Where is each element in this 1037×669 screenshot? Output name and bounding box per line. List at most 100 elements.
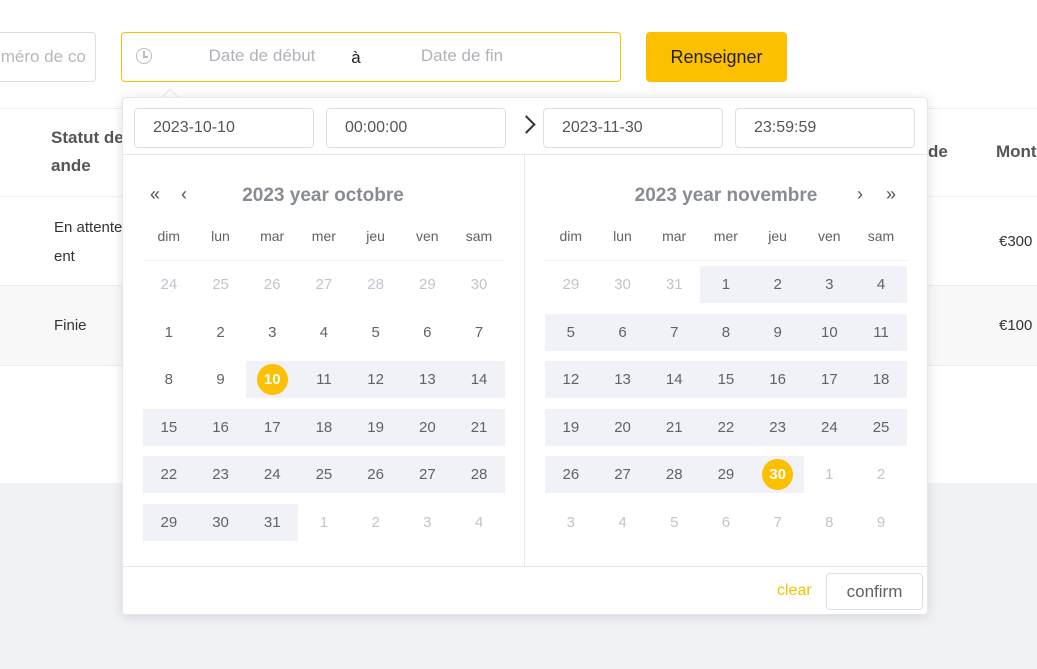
day-cell[interactable]: 7: [648, 313, 700, 352]
selected-day-cell[interactable]: 30: [752, 455, 804, 494]
day-cell[interactable]: 8: [143, 360, 195, 399]
day-cell[interactable]: 15: [700, 360, 752, 399]
day-cell[interactable]: 17: [804, 360, 856, 399]
day-cell[interactable]: 24: [804, 408, 856, 447]
day-cell[interactable]: 23: [752, 408, 804, 447]
day-cell[interactable]: 19: [545, 408, 597, 447]
day-cell[interactable]: 29: [545, 265, 597, 304]
day-cell[interactable]: 5: [350, 313, 402, 352]
day-cell[interactable]: 15: [143, 408, 195, 447]
day-cell[interactable]: 9: [195, 360, 247, 399]
day-cell[interactable]: 10: [804, 313, 856, 352]
day-cell[interactable]: 5: [648, 503, 700, 542]
day-cell[interactable]: 22: [700, 408, 752, 447]
day-cell[interactable]: 14: [453, 360, 505, 399]
start-date-input[interactable]: 2023-10-10: [134, 108, 314, 148]
day-cell[interactable]: 29: [143, 503, 195, 542]
day-cell[interactable]: 19: [350, 408, 402, 447]
day-cell[interactable]: 3: [545, 503, 597, 542]
day-cell[interactable]: 4: [597, 503, 649, 542]
selected-day-cell[interactable]: 10: [246, 360, 298, 399]
day-cell[interactable]: 7: [752, 503, 804, 542]
day-cell[interactable]: 20: [402, 408, 454, 447]
prev-month-icon[interactable]: ‹: [181, 184, 187, 204]
day-cell[interactable]: 31: [648, 265, 700, 304]
fill-button[interactable]: Renseigner: [646, 32, 787, 82]
day-cell[interactable]: 27: [597, 455, 649, 494]
day-cell[interactable]: 2: [855, 455, 907, 494]
start-time-input[interactable]: 00:00:00: [326, 108, 506, 148]
day-cell[interactable]: 3: [804, 265, 856, 304]
day-cell[interactable]: 6: [402, 313, 454, 352]
day-cell[interactable]: 21: [453, 408, 505, 447]
day-cell[interactable]: 1: [298, 503, 350, 542]
day-cell[interactable]: 1: [804, 455, 856, 494]
day-cell[interactable]: 18: [298, 408, 350, 447]
day-cell[interactable]: 9: [855, 503, 907, 542]
day-cell[interactable]: 29: [402, 265, 454, 304]
order-number-field[interactable]: [0, 32, 96, 82]
day-cell[interactable]: 25: [855, 408, 907, 447]
day-cell[interactable]: 24: [143, 265, 195, 304]
day-cell[interactable]: 1: [143, 313, 195, 352]
day-cell[interactable]: 3: [246, 313, 298, 352]
prev-year-icon[interactable]: «: [150, 184, 160, 204]
day-cell[interactable]: 8: [700, 313, 752, 352]
end-time-input[interactable]: 23:59:59: [735, 108, 915, 148]
day-cell[interactable]: 2: [752, 265, 804, 304]
day-cell[interactable]: 26: [350, 455, 402, 494]
end-date-input[interactable]: 2023-11-30: [543, 108, 723, 148]
day-cell[interactable]: 7: [453, 313, 505, 352]
day-cell[interactable]: 2: [350, 503, 402, 542]
day-cell[interactable]: 6: [597, 313, 649, 352]
day-cell[interactable]: 5: [545, 313, 597, 352]
day-cell[interactable]: 12: [350, 360, 402, 399]
day-cell[interactable]: 8: [804, 503, 856, 542]
day-cell[interactable]: 13: [597, 360, 649, 399]
day-cell[interactable]: 16: [195, 408, 247, 447]
confirm-button[interactable]: confirm: [826, 573, 923, 610]
day-cell[interactable]: 27: [298, 265, 350, 304]
day-cell[interactable]: 28: [453, 455, 505, 494]
day-cell[interactable]: 27: [402, 455, 454, 494]
day-cell[interactable]: 4: [855, 265, 907, 304]
day-cell[interactable]: 24: [246, 455, 298, 494]
day-cell[interactable]: 28: [350, 265, 402, 304]
day-cell[interactable]: 3: [402, 503, 454, 542]
day-cell[interactable]: 17: [246, 408, 298, 447]
day-cell[interactable]: 26: [545, 455, 597, 494]
day-cell[interactable]: 9: [752, 313, 804, 352]
date-range-input[interactable]: Date de début à Date de fin: [121, 32, 621, 82]
next-month-icon[interactable]: ›: [857, 184, 863, 204]
order-number-input[interactable]: [0, 33, 87, 81]
day-cell[interactable]: 30: [195, 503, 247, 542]
day-cell[interactable]: 16: [752, 360, 804, 399]
day-cell[interactable]: 11: [298, 360, 350, 399]
day-cell[interactable]: 18: [855, 360, 907, 399]
day-cell[interactable]: 30: [453, 265, 505, 304]
day-cell[interactable]: 12: [545, 360, 597, 399]
day-cell[interactable]: 6: [700, 503, 752, 542]
day-cell[interactable]: 29: [700, 455, 752, 494]
day-cell[interactable]: 23: [195, 455, 247, 494]
clear-button[interactable]: clear: [777, 582, 812, 600]
day-cell[interactable]: 31: [246, 503, 298, 542]
start-date-placeholder[interactable]: Date de début: [192, 33, 332, 81]
day-cell[interactable]: 2: [195, 313, 247, 352]
day-cell[interactable]: 4: [298, 313, 350, 352]
day-cell[interactable]: 14: [648, 360, 700, 399]
day-cell[interactable]: 13: [402, 360, 454, 399]
day-cell[interactable]: 1: [700, 265, 752, 304]
next-year-icon[interactable]: »: [886, 184, 896, 204]
day-cell[interactable]: 21: [648, 408, 700, 447]
day-cell[interactable]: 25: [298, 455, 350, 494]
day-cell[interactable]: 28: [648, 455, 700, 494]
day-cell[interactable]: 30: [597, 265, 649, 304]
day-cell[interactable]: 4: [453, 503, 505, 542]
day-cell[interactable]: 22: [143, 455, 195, 494]
day-cell[interactable]: 11: [855, 313, 907, 352]
day-cell[interactable]: 25: [195, 265, 247, 304]
end-date-placeholder[interactable]: Date de fin: [407, 33, 517, 81]
day-cell[interactable]: 26: [246, 265, 298, 304]
day-cell[interactable]: 20: [597, 408, 649, 447]
